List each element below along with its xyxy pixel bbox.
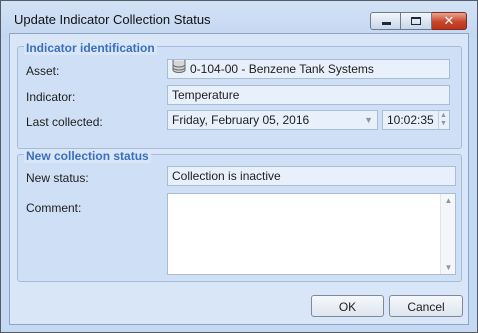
new-status-value: Collection is inactive xyxy=(172,169,281,183)
comment-scrollbar[interactable]: ▲ ▼ xyxy=(440,194,455,274)
close-button[interactable]: ✕ xyxy=(432,12,467,30)
dialog-body: Indicator identification Asset: 0-104-00… xyxy=(9,33,469,325)
asset-value: 0-104-00 - Benzene Tank Systems xyxy=(190,62,374,76)
minimize-button[interactable] xyxy=(370,12,401,30)
scroll-up-icon[interactable]: ▲ xyxy=(441,196,456,205)
group-title-new-status: New collection status xyxy=(24,149,151,163)
last-collected-time-input[interactable]: 10:02:35 ▲ ▼ xyxy=(382,110,450,130)
new-collection-status-group: New collection status New status: Collec… xyxy=(17,149,462,282)
last-collected-date: Friday, February 05, 2016 xyxy=(172,113,310,127)
indicator-identification-group: Indicator identification Asset: 0-104-00… xyxy=(17,41,462,149)
spin-down-icon[interactable]: ▼ xyxy=(440,120,447,128)
indicator-label: Indicator: xyxy=(26,90,76,104)
asset-field: 0-104-00 - Benzene Tank Systems xyxy=(167,59,450,79)
maximize-icon xyxy=(401,13,431,29)
dialog-window: Update Indicator Collection Status ✕ Ind… xyxy=(0,0,478,333)
indicator-value: Temperature xyxy=(172,88,240,102)
new-status-field: Collection is inactive xyxy=(167,166,456,186)
group-title-identification: Indicator identification xyxy=(24,41,157,55)
window-title: Update Indicator Collection Status xyxy=(14,12,211,27)
last-collected-time: 10:02:35 xyxy=(387,113,434,127)
last-collected-date-picker[interactable]: Friday, February 05, 2016 ▼ xyxy=(167,110,378,130)
spin-up-icon[interactable]: ▲ xyxy=(440,112,447,120)
maximize-button[interactable] xyxy=(401,12,432,30)
close-icon: ✕ xyxy=(443,13,455,28)
comment-textarea[interactable]: ▲ ▼ xyxy=(167,193,456,275)
ok-button[interactable]: OK xyxy=(311,295,384,317)
indicator-field: Temperature xyxy=(167,85,450,105)
time-spinner[interactable]: ▲ ▼ xyxy=(438,111,449,129)
minimize-icon xyxy=(371,13,400,29)
database-icon xyxy=(172,60,186,78)
last-collected-label: Last collected: xyxy=(26,115,103,129)
scroll-down-icon[interactable]: ▼ xyxy=(441,263,456,272)
cancel-button[interactable]: Cancel xyxy=(389,295,463,317)
chevron-down-icon[interactable]: ▼ xyxy=(364,111,373,129)
asset-label: Asset: xyxy=(26,64,60,78)
comment-label: Comment: xyxy=(26,201,82,215)
new-status-label: New status: xyxy=(26,171,89,185)
